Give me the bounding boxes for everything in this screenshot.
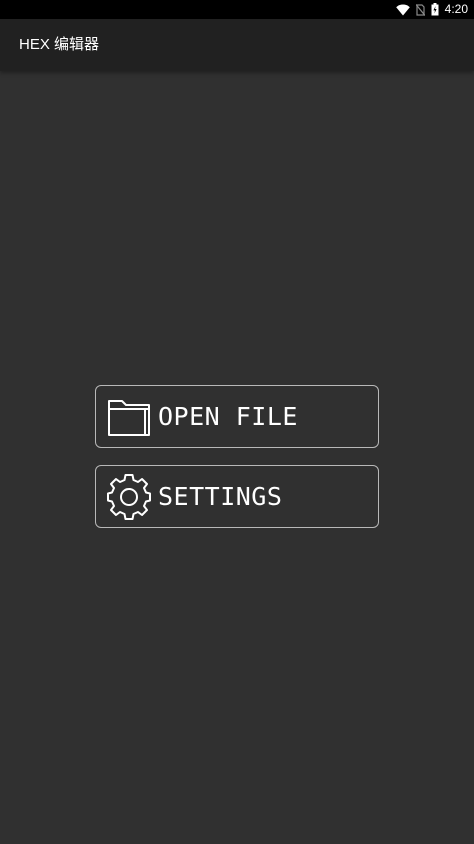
status-icons: 4:20 [395, 0, 468, 19]
open-file-label: OPEN FILE [158, 402, 298, 431]
app-title: HEX 编辑器 [19, 36, 100, 53]
battery-charging-icon [431, 3, 439, 16]
open-file-button[interactable]: OPEN FILE [95, 385, 379, 448]
no-sim-icon [415, 3, 425, 16]
status-bar: 4:20 [0, 0, 474, 19]
wifi-icon [395, 4, 410, 16]
settings-button[interactable]: SETTINGS [95, 465, 379, 528]
app-bar: HEX 编辑器 [0, 19, 474, 71]
folder-icon [104, 392, 154, 442]
settings-label: SETTINGS [158, 482, 283, 511]
status-time: 4:20 [444, 2, 468, 16]
gear-icon [104, 472, 154, 522]
